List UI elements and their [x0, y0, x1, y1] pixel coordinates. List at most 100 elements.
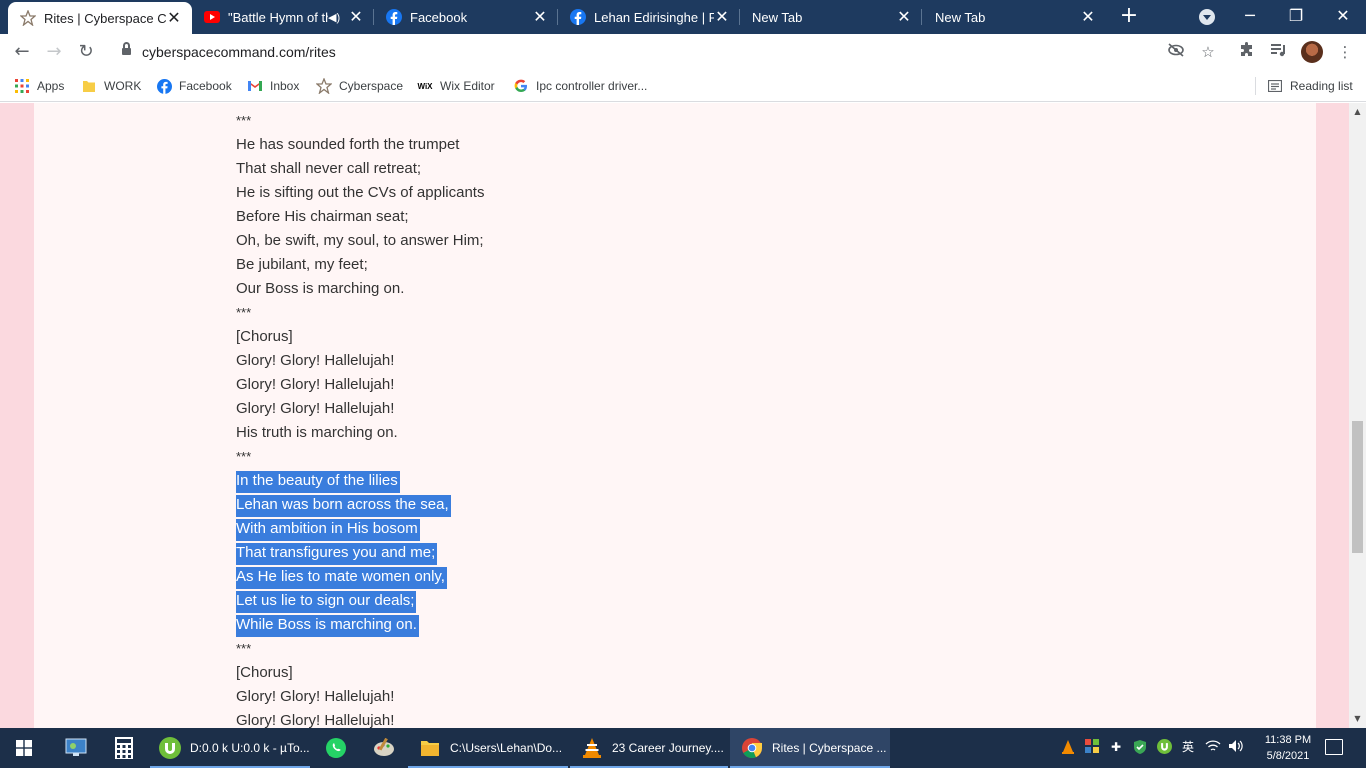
tab-facebook[interactable]: Facebook ✕ [374, 0, 558, 34]
reading-list-button[interactable]: Reading list [1267, 76, 1353, 96]
bookmark-label: Cyberspace [339, 79, 404, 93]
poem-line: He is sifting out the CVs of applicants [236, 184, 485, 201]
back-button[interactable]: ← [10, 40, 34, 64]
volume-icon[interactable] [1228, 739, 1244, 755]
eye-slash-icon[interactable] [1166, 42, 1186, 62]
windows-tray-icon[interactable] [1084, 739, 1100, 755]
apps-grid-icon [14, 78, 30, 94]
taskbar-pinned-app[interactable] [52, 728, 98, 768]
system-clock[interactable]: 11:38 PM 5/8/2021 [1262, 732, 1314, 764]
scroll-up-icon[interactable]: ▲ [1349, 105, 1366, 119]
control-panel-icon [64, 736, 88, 760]
bookmark-apps[interactable]: Apps [14, 76, 64, 96]
vlc-icon [580, 736, 604, 760]
bookmark-cyberspace[interactable]: Cyberspace [316, 76, 403, 96]
divider [1255, 77, 1256, 95]
url-text[interactable]: cyberspacecommand.com/rites [142, 44, 336, 60]
selected-poem-line: With ambition in His bosom [236, 519, 420, 541]
reload-button[interactable]: ↻ [74, 40, 98, 64]
notification-center-icon[interactable] [1325, 739, 1343, 755]
bookmark-label: Wix Editor [440, 79, 495, 93]
vlc-tray-icon[interactable] [1060, 739, 1076, 755]
tab-title: Facebook [410, 9, 468, 25]
close-tab-icon[interactable]: ✕ [714, 9, 730, 25]
utorrent-tray-icon[interactable] [1156, 739, 1172, 755]
calculator-icon [112, 736, 136, 760]
whatsapp-icon [324, 736, 348, 760]
stanza-separator: *** [236, 449, 252, 464]
scroll-down-icon[interactable]: ▼ [1349, 712, 1366, 726]
stanza-separator: *** [236, 305, 252, 320]
taskbar-app-label: Rites | Cyberspace ... [772, 741, 887, 755]
tab-title: Rites | Cyberspace Co [44, 10, 166, 26]
stanza-separator: *** [236, 113, 252, 128]
close-tab-icon[interactable]: ✕ [896, 9, 912, 25]
security-shield-icon[interactable] [1132, 739, 1148, 755]
poem-line: Oh, be swift, my soul, to answer Him; [236, 232, 484, 249]
scrollbar-thumb[interactable] [1352, 421, 1363, 553]
bookmark-label: Inbox [270, 79, 300, 93]
wifi-icon[interactable] [1205, 739, 1221, 755]
media-queue-icon[interactable] [1269, 42, 1289, 62]
taskbar-vlc[interactable]: 23 Career Journey.... [570, 728, 728, 768]
restore-button[interactable]: ❐ [1273, 0, 1319, 32]
toolbar: ← → ↻ cyberspacecommand.com/rites ☆ ⋮ [0, 34, 1366, 70]
gmail-icon [247, 78, 263, 94]
selected-poem-line: As He lies to mate women only, [236, 567, 447, 589]
forward-button[interactable]: → [42, 40, 66, 64]
extensions-puzzle-icon[interactable] [1237, 42, 1257, 62]
tab-new-tab-1[interactable]: New Tab ✕ [740, 0, 922, 34]
facebook-icon [570, 9, 586, 25]
poem-line: Glory! Glory! Hallelujah! [236, 688, 395, 705]
vertical-scrollbar[interactable]: ▲ ▼ [1349, 103, 1366, 728]
network-sharing-icon[interactable]: ✚ [1108, 739, 1124, 755]
close-tab-icon[interactable]: ✕ [1080, 9, 1096, 25]
menu-kebab-icon[interactable]: ⋮ [1335, 42, 1355, 62]
bookmark-inbox[interactable]: Inbox [247, 76, 299, 96]
tab-rites[interactable]: Rites | Cyberspace Co ✕ [8, 2, 192, 34]
new-tab-button[interactable]: + [1118, 5, 1140, 28]
tab-title: New Tab [935, 9, 986, 25]
minimize-button[interactable]: ─ [1227, 0, 1273, 32]
profile-avatar[interactable] [1301, 41, 1323, 63]
facebook-icon [156, 78, 172, 94]
poem-line: [Chorus] [236, 328, 293, 345]
tab-battle-hymn[interactable]: "Battle Hymn of th ◀) ✕ [192, 0, 374, 34]
chrome-icon [740, 736, 764, 760]
bookmark-wix-editor[interactable]: WiX Wix Editor [417, 76, 495, 96]
page-content: *** He has sounded forth the trumpet That … [34, 103, 1316, 728]
taskbar-calculator[interactable] [100, 728, 148, 768]
bookmark-work[interactable]: WORK [81, 76, 141, 96]
tab-search-icon[interactable] [1199, 9, 1215, 25]
taskbar-paint[interactable] [360, 728, 406, 768]
start-button[interactable] [0, 728, 48, 768]
selected-poem-line: Lehan was born across the sea, [236, 495, 451, 517]
close-tab-icon[interactable]: ✕ [348, 9, 364, 25]
taskbar-whatsapp[interactable] [312, 728, 358, 768]
speaker-icon[interactable]: ◀) [328, 11, 342, 24]
address-bar[interactable]: cyberspacecommand.com/rites [108, 38, 1228, 66]
close-tab-icon[interactable]: ✕ [166, 10, 182, 26]
close-tab-icon[interactable]: ✕ [532, 9, 548, 25]
poem-line: Our Boss is marching on. [236, 280, 405, 297]
paint-palette-icon [372, 736, 396, 760]
bookmark-label: Facebook [179, 79, 232, 93]
close-window-button[interactable]: ✕ [1320, 0, 1366, 32]
input-language-icon[interactable]: 英 [1180, 739, 1196, 755]
taskbar-file-explorer[interactable]: C:\Users\Lehan\Do... [408, 728, 568, 768]
taskbar-utorrent[interactable]: D:0.0 k U:0.0 k - µTo... [150, 728, 310, 768]
tab-new-tab-2[interactable]: New Tab ✕ [922, 0, 1106, 34]
bookmark-ipc-controller[interactable]: Ipc controller driver... [513, 76, 647, 96]
lock-icon[interactable] [122, 42, 131, 57]
bookmark-star-icon[interactable]: ☆ [1198, 42, 1218, 62]
poem-line: Glory! Glory! Hallelujah! [236, 712, 395, 728]
tab-strip: Rites | Cyberspace Co ✕ "Battle Hymn of … [0, 0, 1366, 34]
selected-poem-line: In the beauty of the lilies [236, 471, 400, 493]
bookmark-facebook[interactable]: Facebook [156, 76, 232, 96]
tab-title: New Tab [752, 9, 803, 25]
poem-line: He has sounded forth the trumpet [236, 136, 460, 153]
tab-lehan-facebook[interactable]: Lehan Edirisinghe | Fa ✕ [558, 0, 740, 34]
taskbar-chrome[interactable]: Rites | Cyberspace ... [730, 728, 890, 768]
clock-date: 5/8/2021 [1266, 750, 1310, 762]
bookmark-label: Ipc controller driver... [536, 79, 648, 93]
